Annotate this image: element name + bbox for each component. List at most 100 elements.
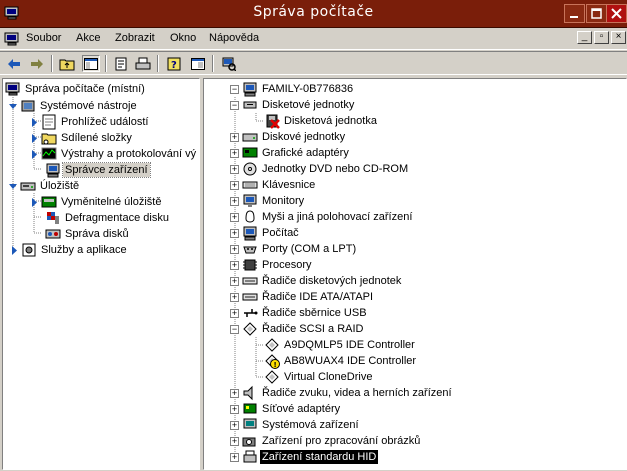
show-description-button[interactable] <box>189 55 207 72</box>
tree-item-services-apps[interactable]: Služby a aplikace <box>11 242 129 258</box>
minimize-button[interactable] <box>564 4 585 23</box>
expand-toggle-icon[interactable]: + <box>230 164 239 174</box>
device-label: Diskové jednotky <box>262 131 346 143</box>
up-level-button[interactable] <box>58 55 76 72</box>
device-floppy-drive[interactable]: Disketová jednotka <box>264 113 379 129</box>
menu-okno[interactable]: Okno <box>170 32 196 44</box>
expand-toggle-icon[interactable]: + <box>230 388 239 398</box>
device-processors[interactable]: + Procesory <box>230 257 314 273</box>
menu-soubor[interactable]: Soubor <box>26 32 61 44</box>
tree-item-disk-management[interactable]: Správa disků <box>45 226 131 242</box>
device-ports[interactable]: + Porty (COM a LPT) <box>230 241 358 257</box>
device-ide-controller-a9dq[interactable]: A9DQMLP5 IDE Controller <box>264 337 417 353</box>
device-hid-devices[interactable]: + Zařízení standardu HID <box>230 449 380 465</box>
device-dvd-drives[interactable]: + Jednotky DVD nebo CD-ROM <box>230 161 410 177</box>
device-disk-drives[interactable]: + Diskové jednotky <box>230 129 347 145</box>
arrow-left-icon <box>8 58 20 69</box>
collapse-toggle-icon[interactable]: − <box>230 84 239 94</box>
close-button[interactable] <box>606 4 627 23</box>
device-ide-controller-ab8w[interactable]: ! AB8WUAX4 IDE Controller <box>264 353 418 369</box>
collapse-toggle-icon[interactable]: − <box>230 100 239 110</box>
expand-toggle-icon[interactable]: + <box>230 228 239 238</box>
collapsed-triangle-icon[interactable] <box>11 245 18 255</box>
maximize-button[interactable] <box>586 4 607 23</box>
event-viewer-icon <box>42 114 56 130</box>
back-button[interactable] <box>5 55 23 72</box>
menu-akce[interactable]: Akce <box>76 32 100 44</box>
sound-icon <box>243 385 253 401</box>
expand-toggle-icon[interactable]: + <box>230 404 239 414</box>
expand-toggle-icon[interactable]: + <box>230 436 239 446</box>
tree-item-system-tools[interactable]: Systémové nástroje <box>9 98 139 114</box>
console-tree-pane[interactable]: Správa počítače (místní) Systémové nástr… <box>2 78 200 470</box>
tree-item-storage[interactable]: Úložiště <box>9 178 81 194</box>
device-system-devices[interactable]: + Systémová zařízení <box>230 417 361 433</box>
mmc-console-icon[interactable] <box>4 31 20 47</box>
tree-item-device-manager[interactable]: Správce zařízení <box>45 162 151 178</box>
tree-root[interactable]: Správa počítače (místní) <box>5 81 147 97</box>
device-keyboards[interactable]: + Klávesnice <box>230 177 317 193</box>
device-label: Virtual CloneDrive <box>284 371 373 383</box>
collapsed-triangle-icon[interactable] <box>31 133 38 143</box>
floppy-icon <box>243 101 257 109</box>
device-ide-controllers[interactable]: + Řadiče IDE ATA/ATAPI <box>230 289 375 305</box>
expand-toggle-icon[interactable]: + <box>230 132 239 142</box>
expand-toggle-icon[interactable]: + <box>230 244 239 254</box>
device-usb-controllers[interactable]: + Řadiče sběrnice USB <box>230 305 369 321</box>
expand-toggle-icon[interactable]: + <box>230 420 239 430</box>
collapse-toggle-icon[interactable]: − <box>230 324 239 334</box>
properties-button[interactable] <box>112 55 130 72</box>
tree-item-defrag[interactable]: Defragmentace disku <box>45 210 171 226</box>
expand-toggle-icon[interactable]: + <box>230 260 239 270</box>
expand-toggle-icon[interactable]: + <box>230 180 239 190</box>
device-tree-pane[interactable]: − FAMILY-0B776836 − Disketové jednotky Diske… <box>203 78 627 470</box>
collapsed-triangle-icon[interactable] <box>31 197 38 207</box>
device-floppy-controllers[interactable]: + Řadiče disketových jednotek <box>230 273 403 289</box>
collapsed-triangle-icon[interactable] <box>31 117 38 127</box>
scan-hardware-button[interactable] <box>220 55 238 72</box>
expand-toggle-icon[interactable]: + <box>230 148 239 158</box>
menu-napoveda[interactable]: Nápověda <box>209 32 259 44</box>
tree-item-label: Správa disků <box>65 228 129 240</box>
expand-toggle-icon[interactable]: + <box>230 212 239 222</box>
tree-item-shared-folders[interactable]: Sdílené složky <box>31 130 134 146</box>
child-minimize-button[interactable]: _ <box>577 31 592 44</box>
device-floppy-drive-category[interactable]: − Disketové jednotky <box>230 97 356 113</box>
device-computer[interactable]: + Počítač <box>230 225 301 241</box>
device-label: A9DQMLP5 IDE Controller <box>284 339 415 351</box>
device-imaging-devices[interactable]: + Zařízení pro zpracování obrázků <box>230 433 422 449</box>
expand-toggle-icon[interactable]: + <box>230 196 239 206</box>
tree-item-performance-logs[interactable]: Výstrahy a protokolování vý <box>31 146 198 162</box>
device-network-adapters[interactable]: + Síťové adaptéry <box>230 401 342 417</box>
expanded-triangle-icon[interactable] <box>9 102 18 111</box>
device-virtual-clonedrive[interactable]: Virtual CloneDrive <box>264 369 374 385</box>
expanded-triangle-icon[interactable] <box>9 182 18 191</box>
device-label: Procesory <box>262 259 312 271</box>
expand-toggle-icon[interactable]: + <box>230 452 239 462</box>
forward-button[interactable] <box>28 55 46 72</box>
scsi-icon: ! <box>265 354 280 369</box>
expand-toggle-icon[interactable]: + <box>230 308 239 318</box>
title-bar[interactable]: Správa počítače <box>0 0 627 28</box>
tree-item-event-viewer[interactable]: Prohlížeč událostí <box>31 114 150 130</box>
expand-toggle-icon[interactable]: + <box>230 292 239 302</box>
device-label: Porty (COM a LPT) <box>262 243 357 255</box>
device-monitors[interactable]: + Monitory <box>230 193 306 209</box>
menu-zobrazit[interactable]: Zobrazit <box>115 32 155 44</box>
device-scsi-raid-controllers[interactable]: − Řadiče SCSI a RAID <box>230 321 365 337</box>
collapsed-triangle-icon[interactable] <box>31 149 38 159</box>
device-label: Řadiče sběrnice USB <box>262 307 367 319</box>
help-button[interactable]: ? <box>165 55 183 72</box>
device-sound-video-controllers[interactable]: + Řadiče zvuku, videa a herních zařízení <box>230 385 454 401</box>
properties-icon <box>115 57 127 70</box>
device-tree-root[interactable]: − FAMILY-0B776836 <box>230 81 355 97</box>
device-mice[interactable]: + Myši a jiná polohovací zařízení <box>230 209 414 225</box>
computer-management-icon <box>5 82 20 96</box>
child-close-button[interactable]: × <box>611 31 626 44</box>
child-restore-button[interactable]: ▫ <box>594 31 609 44</box>
device-display-adapters[interactable]: + Grafické adaptéry <box>230 145 351 161</box>
print-button[interactable] <box>134 55 152 72</box>
expand-toggle-icon[interactable]: + <box>230 276 239 286</box>
tree-item-removable-storage[interactable]: Vyměnitelné úložiště <box>31 194 163 210</box>
show-tree-button[interactable] <box>82 55 100 72</box>
